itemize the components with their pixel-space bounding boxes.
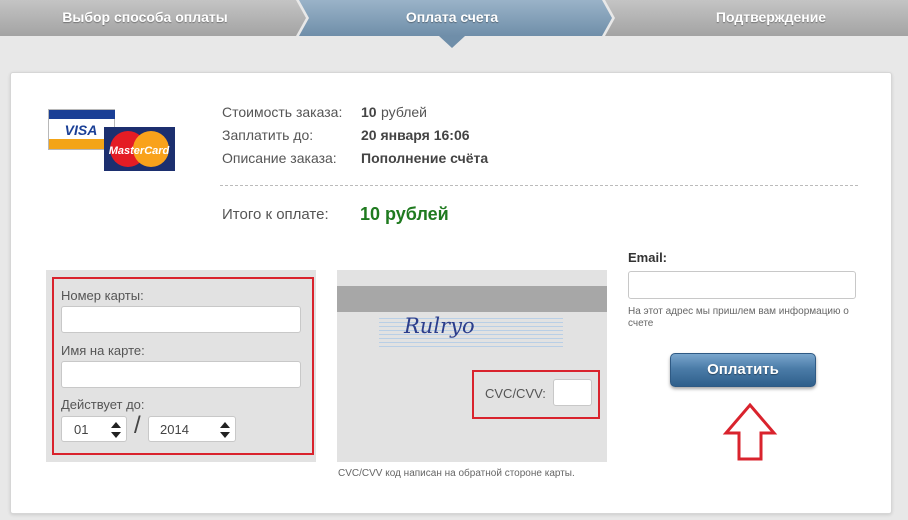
expiry-month-value: 01 [74, 422, 89, 437]
card-name-label: Имя на карте: [61, 343, 145, 358]
total-value: 10 рублей [360, 204, 449, 224]
up-arrow-icon [722, 402, 778, 461]
visa-logo-text: VISA [65, 122, 98, 138]
cost-value: 10 рублей [361, 104, 427, 122]
cost-unit: рублей [381, 104, 427, 120]
magnetic-stripe [337, 286, 607, 312]
year-spinner-icon[interactable] [219, 421, 231, 439]
due-value: 20 января 16:06 [361, 127, 470, 143]
expiry-month-select[interactable]: 01 [61, 416, 127, 442]
expiry-separator: / [134, 412, 141, 439]
expiry-year-value: 2014 [160, 422, 189, 437]
cost-label: Стоимость заказа: [222, 104, 343, 120]
step-choose-payment[interactable]: Выбор способа оплаты [0, 0, 290, 36]
signature-text: Rulryo [404, 314, 475, 338]
description-value: Пополнение счёта [361, 150, 489, 166]
cvc-label: CVC/CVV: [485, 386, 546, 401]
due-label: Заплатить до: [222, 127, 314, 143]
expiry-label: Действует до: [61, 397, 145, 412]
card-number-input[interactable] [61, 306, 301, 333]
total-label: Итого к оплате: [222, 206, 329, 223]
cvc-input[interactable] [553, 379, 592, 406]
month-spinner-icon[interactable] [110, 421, 122, 439]
card-logos: VISA MasterCard [48, 109, 175, 171]
mastercard-logo-text: MasterCard [109, 145, 170, 157]
checkout-steps: Выбор способа оплаты Оплата счета Подтве… [0, 0, 908, 48]
expiry-year-select[interactable]: 2014 [148, 416, 236, 442]
description-label: Описание заказа: [222, 150, 337, 166]
divider [220, 185, 858, 186]
card-name-input[interactable] [61, 361, 301, 388]
card-number-label: Номер карты: [61, 288, 144, 303]
pay-button[interactable]: Оплатить [670, 353, 816, 387]
email-input[interactable] [628, 271, 856, 299]
step-confirmation: Подтверждение [715, 9, 827, 25]
cost-amount: 10 [361, 104, 377, 120]
email-label: Email: [628, 250, 668, 265]
step-pay-invoice: Оплата счета [405, 9, 499, 25]
cvc-hint: CVC/CVV код написан на обратной стороне … [338, 468, 575, 479]
email-hint: На этот адрес мы пришлем вам информацию … [628, 306, 849, 329]
